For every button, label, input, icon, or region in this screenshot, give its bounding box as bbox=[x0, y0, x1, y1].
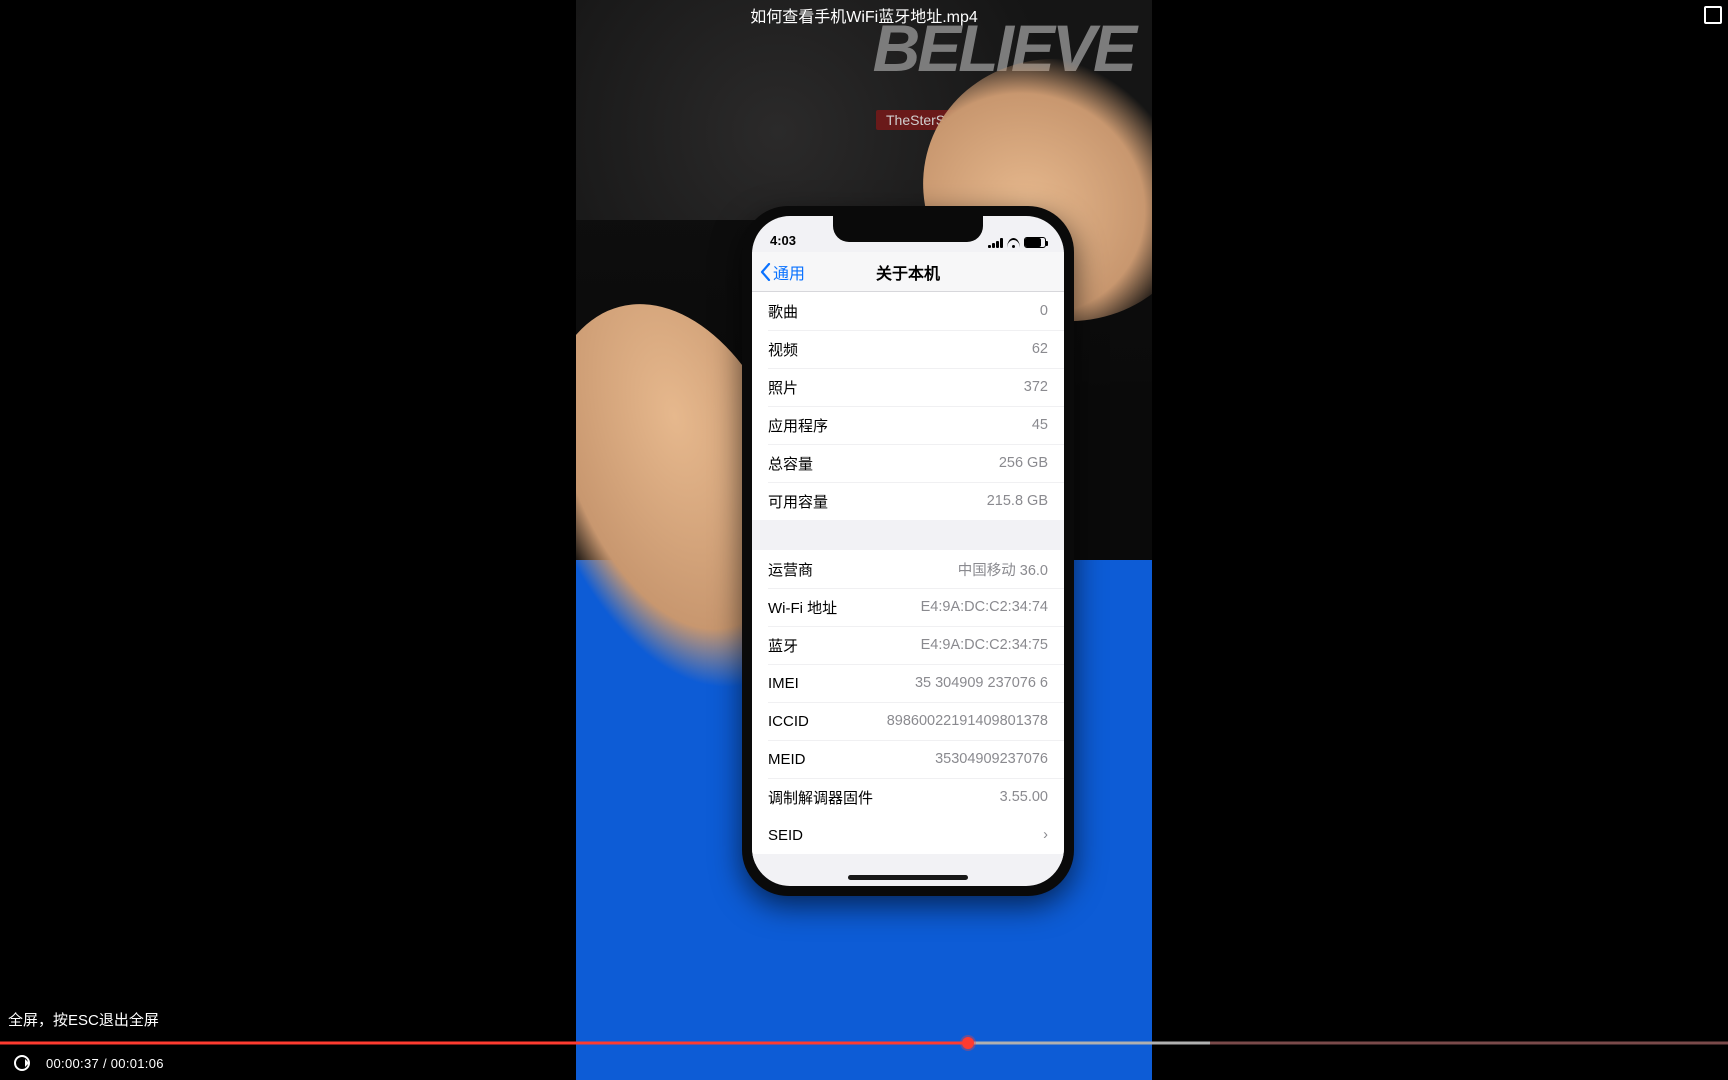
row-value: 3.55.00 bbox=[1000, 789, 1048, 805]
loop-icon bbox=[14, 1055, 30, 1071]
control-bar: 00:00:37 / 00:01:06 bbox=[0, 1046, 1728, 1080]
row-value: 62 bbox=[1032, 341, 1048, 357]
status-icons bbox=[988, 237, 1046, 248]
chevron-left-icon bbox=[760, 263, 771, 281]
row-label: 运营商 bbox=[768, 559, 813, 580]
row-value: 215.8 GB bbox=[987, 493, 1048, 509]
list-row[interactable]: 运营商 中国移动 36.0 bbox=[752, 550, 1064, 588]
wifi-icon bbox=[1007, 238, 1020, 248]
row-value: E4:9A:DC:C2:34:75 bbox=[921, 637, 1048, 653]
current-time: 00:00:37 bbox=[46, 1056, 99, 1071]
row-label: 照片 bbox=[768, 377, 798, 398]
phone-screen: 4:03 通用 关于本机 歌曲 0 视频 62 照片 372 应用程序 45 总容量 bbox=[752, 216, 1064, 886]
row-value: 89860022191409801378 bbox=[887, 713, 1048, 729]
title-bar: 如何查看手机WiFi蓝牙地址.mp4 bbox=[0, 0, 1728, 30]
progress-played bbox=[0, 1042, 968, 1045]
time-separator: / bbox=[103, 1056, 111, 1071]
list-row[interactable]: IMEI 35 304909 237076 6 bbox=[752, 664, 1064, 702]
chevron-right-icon: › bbox=[1043, 827, 1048, 843]
list-row[interactable]: 调制解调器固件 3.55.00 bbox=[752, 778, 1064, 816]
phone-notch bbox=[833, 216, 983, 242]
status-time: 4:03 bbox=[770, 233, 796, 248]
row-label: Wi-Fi 地址 bbox=[768, 597, 837, 618]
list-row[interactable]: 照片 372 bbox=[752, 368, 1064, 406]
row-value: E4:9A:DC:C2:34:74 bbox=[921, 599, 1048, 615]
list-row[interactable]: Wi-Fi 地址 E4:9A:DC:C2:34:74 bbox=[752, 588, 1064, 626]
row-value: 256 GB bbox=[999, 455, 1048, 471]
row-value: 中国移动 36.0 bbox=[958, 559, 1048, 580]
row-value: 45 bbox=[1032, 417, 1048, 433]
list-group-a: 歌曲 0 视频 62 照片 372 应用程序 45 总容量 256 GB 可用容量 215.8 GB bbox=[752, 292, 1064, 520]
row-label: 调制解调器固件 bbox=[768, 787, 873, 808]
row-label: 视频 bbox=[768, 339, 798, 360]
list-row[interactable]: 蓝牙 E4:9A:DC:C2:34:75 bbox=[752, 626, 1064, 664]
row-label: 歌曲 bbox=[768, 301, 798, 322]
row-label: 总容量 bbox=[768, 453, 813, 474]
row-value: 35304909237076 bbox=[935, 751, 1048, 767]
row-value: 35 304909 237076 6 bbox=[915, 675, 1048, 691]
cellular-icon bbox=[988, 238, 1003, 248]
row-value: 0 bbox=[1040, 303, 1048, 319]
list-row[interactable]: 歌曲 0 bbox=[752, 292, 1064, 330]
list-row[interactable]: 可用容量 215.8 GB bbox=[752, 482, 1064, 520]
row-label: MEID bbox=[768, 751, 806, 768]
list-group-b: 运营商 中国移动 36.0 Wi-Fi 地址 E4:9A:DC:C2:34:74 蓝牙 E… bbox=[752, 550, 1064, 816]
list-row[interactable]: ICCID 89860022191409801378 bbox=[752, 702, 1064, 740]
row-label: ICCID bbox=[768, 713, 809, 730]
list-group-seid: SEID › bbox=[752, 816, 1064, 854]
list-row[interactable]: 总容量 256 GB bbox=[752, 444, 1064, 482]
nav-bar: 通用 关于本机 bbox=[752, 252, 1064, 292]
list-row[interactable]: 视频 62 bbox=[752, 330, 1064, 368]
row-seid[interactable]: SEID › bbox=[752, 816, 1064, 854]
total-duration: 00:01:06 bbox=[111, 1056, 164, 1071]
battery-icon bbox=[1024, 237, 1046, 248]
home-indicator[interactable] bbox=[848, 875, 968, 880]
row-label: 蓝牙 bbox=[768, 635, 798, 656]
about-list[interactable]: 歌曲0视频62照片372应用程序45总容量256 GB可用容量215.8 GB … bbox=[752, 292, 1064, 864]
time-display: 00:00:37 / 00:01:06 bbox=[46, 1056, 164, 1071]
phone-device: 4:03 通用 关于本机 歌曲 0 视频 62 照片 372 应用程序 45 总容量 bbox=[742, 206, 1074, 896]
back-button[interactable]: 通用 bbox=[760, 252, 805, 291]
row-label: IMEI bbox=[768, 675, 799, 692]
row-label: 可用容量 bbox=[768, 491, 828, 512]
row-label: 应用程序 bbox=[768, 415, 828, 436]
row-value: 372 bbox=[1024, 379, 1048, 395]
list-row[interactable]: MEID 35304909237076 bbox=[752, 740, 1064, 778]
fullscreen-hint: 全屏，按ESC退出全屏 bbox=[0, 1005, 167, 1034]
expand-icon[interactable] bbox=[1704, 6, 1722, 24]
nav-title: 关于本机 bbox=[876, 260, 940, 284]
video-filename: 如何查看手机WiFi蓝牙地址.mp4 bbox=[750, 3, 978, 27]
video-frame[interactable]: BELIEVE TheSterSoi 4:03 bbox=[576, 0, 1152, 1080]
video-player-viewport: 如何查看手机WiFi蓝牙地址.mp4 BELIEVE TheSterSoi 4:… bbox=[0, 0, 1728, 1080]
loop-button[interactable] bbox=[12, 1053, 32, 1073]
row-label: SEID bbox=[768, 827, 803, 844]
list-row[interactable]: 应用程序 45 bbox=[752, 406, 1064, 444]
back-label: 通用 bbox=[773, 260, 805, 284]
group-separator bbox=[752, 520, 1064, 550]
group-separator bbox=[752, 854, 1064, 864]
